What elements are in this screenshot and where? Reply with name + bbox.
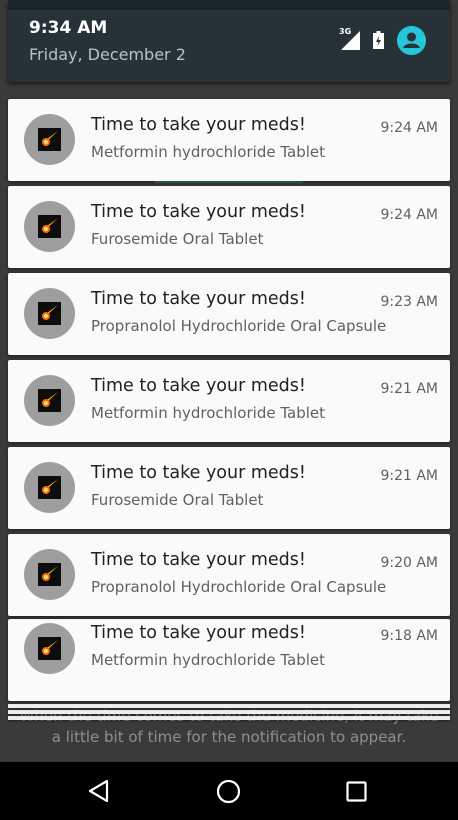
notification-stack-edge: [8, 710, 450, 714]
app-icon-circle: [24, 375, 75, 426]
notification-time: 9:24 AM: [380, 207, 438, 223]
notification-card[interactable]: Time to take your meds! Metformin hydroc…: [8, 619, 450, 701]
background-help-text-line2: a little bit of time for the notificatio…: [51, 728, 407, 746]
battery-icon: [373, 31, 384, 49]
comet-icon: [38, 563, 61, 586]
notification-subtitle: Metformin hydrochloride Tablet: [91, 143, 326, 161]
notification-time: 9:21 AM: [380, 381, 438, 397]
notification-title: Time to take your meds!: [91, 623, 306, 643]
notification-time: 9:18 AM: [380, 628, 438, 644]
app-icon-circle: [24, 288, 75, 339]
notification-shade-header: 9:34 AM Friday, December 2 3G: [8, 0, 450, 82]
notification-time: 9:24 AM: [380, 120, 438, 136]
notification-title: Time to take your meds!: [91, 463, 306, 483]
navigation-bar: [0, 762, 458, 820]
user-avatar-icon[interactable]: [397, 26, 426, 55]
notification-stack-edge: [8, 716, 450, 720]
notification-subtitle: Metformin hydrochloride Tablet: [91, 404, 326, 422]
app-divider: [155, 181, 303, 183]
notification-card[interactable]: Time to take your meds! Propranolol Hydr…: [8, 534, 450, 616]
status-band: [8, 0, 450, 10]
notification-time: 9:20 AM: [380, 555, 438, 571]
notification-card[interactable]: Time to take your meds! Propranolol Hydr…: [8, 273, 450, 355]
notification-subtitle: Propranolol Hydrochloride Oral Capsule: [91, 317, 387, 335]
clock-time: 9:34 AM: [29, 18, 108, 38]
comet-icon: [38, 637, 61, 660]
notification-subtitle: Furosemide Oral Tablet: [91, 491, 264, 509]
comet-icon: [38, 389, 61, 412]
notification-subtitle: Metformin hydrochloride Tablet: [91, 651, 326, 669]
app-icon-circle: [24, 462, 75, 513]
notification-card[interactable]: Time to take your meds! Metformin hydroc…: [8, 360, 450, 442]
notification-card[interactable]: Time to take your meds! Furosemide Oral …: [8, 447, 450, 529]
notification-card[interactable]: Time to take your meds! Furosemide Oral …: [8, 186, 450, 268]
notification-title: Time to take your meds!: [91, 289, 306, 309]
comet-icon: [38, 215, 61, 238]
notification-stack-edge: [8, 704, 450, 708]
network-type-label: 3G: [339, 27, 352, 36]
home-icon[interactable]: [216, 779, 241, 804]
app-icon-circle: [24, 623, 75, 674]
clock-date: Friday, December 2: [29, 45, 186, 64]
back-icon[interactable]: [87, 779, 111, 803]
notification-time: 9:23 AM: [380, 294, 438, 310]
notification-card[interactable]: Time to take your meds! Metformin hydroc…: [8, 99, 450, 181]
recents-icon[interactable]: [346, 781, 367, 802]
notification-subtitle: Propranolol Hydrochloride Oral Capsule: [91, 578, 387, 596]
notification-title: Time to take your meds!: [91, 376, 306, 396]
app-icon-circle: [24, 114, 75, 165]
comet-icon: [38, 128, 61, 151]
notification-subtitle: Furosemide Oral Tablet: [91, 230, 264, 248]
app-icon-circle: [24, 201, 75, 252]
comet-icon: [38, 302, 61, 325]
comet-icon: [38, 476, 61, 499]
app-icon-circle: [24, 549, 75, 600]
notification-title: Time to take your meds!: [91, 202, 306, 222]
notification-title: Time to take your meds!: [91, 115, 306, 135]
notification-time: 9:21 AM: [380, 468, 438, 484]
notification-title: Time to take your meds!: [91, 550, 306, 570]
